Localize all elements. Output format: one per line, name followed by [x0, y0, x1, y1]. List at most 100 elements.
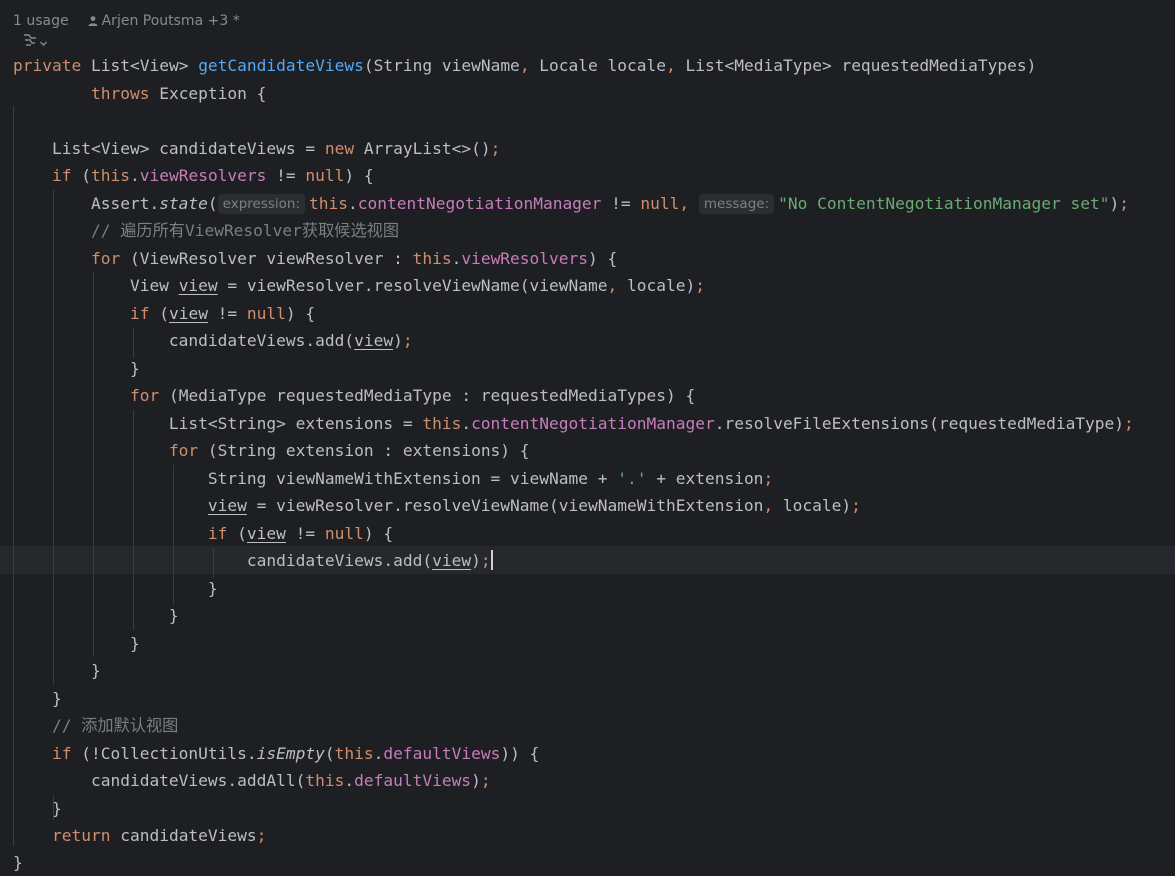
field-token: defaultViews — [354, 771, 472, 790]
chevron-down-icon — [39, 33, 48, 52]
code-token: + extension — [646, 469, 764, 488]
code-line-17[interactable]: view = viewResolver.resolveViewName(view… — [13, 492, 861, 519]
code-line-11[interactable]: candidateViews.add(view); — [13, 327, 413, 354]
code-editor[interactable]: 1 usage Arjen Poutsma +3 * private List<… — [0, 0, 1175, 876]
char-literal-token: '.' — [617, 469, 647, 488]
usages-link[interactable]: 1 usage — [13, 13, 69, 29]
code-line-30[interactable]: } — [13, 849, 23, 876]
ai-assistant-menu[interactable] — [22, 33, 48, 51]
code-token: Locale locale — [529, 56, 667, 75]
punctuation-token: ; — [490, 139, 501, 158]
keyword-token: this — [305, 771, 345, 790]
code-token: != — [266, 166, 306, 185]
ai-sparkle-icon — [22, 32, 38, 52]
code-line-7[interactable]: // 遍历所有ViewResolver获取候选视图 — [13, 217, 399, 244]
code-token: . — [348, 194, 358, 213]
variable-token: view — [432, 551, 472, 570]
code-token: ) { — [588, 249, 618, 268]
keyword-token: private — [13, 56, 82, 75]
code-token: = viewResolver.resolveViewName(viewName — [217, 276, 608, 295]
keyword-token: this — [309, 194, 349, 213]
code-line-15[interactable]: for (String extension : extensions) { — [13, 437, 530, 464]
code-token: ) { — [285, 304, 316, 323]
code-line-19[interactable]: candidateViews.add(view); — [13, 547, 493, 574]
field-token: viewResolvers — [139, 166, 267, 185]
code-line-22[interactable]: } — [13, 630, 140, 657]
code-token: candidateViews — [110, 826, 257, 845]
code-token: . — [373, 744, 384, 763]
code-line-1[interactable]: private List<View> getCandidateViews(Str… — [13, 52, 1036, 79]
code-token: (String viewName — [363, 56, 520, 75]
static-method-token: state — [159, 194, 208, 213]
field-token: contentNegotiationManager — [471, 414, 715, 433]
punctuation-token: , — [763, 496, 774, 515]
string-token: "No ContentNegotiationManager set" — [778, 194, 1110, 213]
code-line-9[interactable]: View view = viewResolver.resolveViewName… — [13, 272, 705, 299]
code-line-6[interactable]: Assert.state(expression: this.contentNego… — [13, 190, 1129, 217]
code-token: candidateViews.addAll( — [13, 771, 306, 790]
code-token: List<View> — [81, 56, 199, 75]
code-token: ) — [393, 331, 403, 350]
code-line-29[interactable]: return candidateViews; — [13, 822, 266, 849]
code-token: (!CollectionUtils. — [71, 744, 257, 763]
keyword-token: if — [129, 304, 150, 323]
code-line-5[interactable]: if (this.viewResolvers != null) { — [13, 162, 374, 189]
code-token: ( — [227, 524, 247, 543]
punctuation-token: ; — [480, 771, 491, 790]
keyword-token: null — [324, 524, 364, 543]
code-token: ) — [471, 551, 481, 570]
authors-link[interactable]: Arjen Poutsma +3 * — [102, 13, 240, 29]
variable-token: view — [178, 276, 218, 295]
code-token: ) { — [344, 166, 374, 185]
code-line-26[interactable]: if (!CollectionUtils.isEmpty(this.defaul… — [13, 740, 539, 767]
code-line-27[interactable]: candidateViews.addAll(this.defaultViews)… — [13, 767, 491, 794]
code-line-28[interactable]: } — [13, 795, 62, 822]
code-token: } — [13, 853, 23, 872]
code-line-8[interactable]: for (ViewResolver viewResolver : this.vi… — [13, 245, 617, 272]
code-line-25[interactable]: // 添加默认视图 — [13, 712, 178, 739]
punctuation-token: ; — [851, 496, 861, 515]
punctuation-token: , — [666, 56, 676, 75]
code-token: . — [129, 166, 140, 185]
code-token: (ViewResolver viewResolver : — [120, 249, 413, 268]
code-token: Exception { — [149, 84, 267, 103]
punctuation-token: ; — [402, 331, 413, 350]
keyword-token: if — [51, 166, 72, 185]
keyword-token: for — [129, 386, 160, 405]
code-line-21[interactable]: } — [13, 602, 179, 629]
code-line-16[interactable]: String viewNameWithExtension = viewName … — [13, 465, 773, 492]
code-line-23[interactable]: } — [13, 657, 101, 684]
code-line-2[interactable]: throws Exception { — [13, 80, 266, 107]
code-line-24[interactable]: } — [13, 685, 62, 712]
code-line-13[interactable]: for (MediaType requestedMediaType : requ… — [13, 382, 695, 409]
code-token: . — [451, 249, 462, 268]
code-line-4[interactable]: List<View> candidateViews = new ArrayLis… — [13, 135, 500, 162]
code-line-12[interactable]: } — [13, 355, 140, 382]
code-token: (String extension : extensions) { — [198, 441, 530, 460]
variable-token: view — [207, 496, 247, 515]
code-line-14[interactable]: List<String> extensions = this.contentNe… — [13, 410, 1134, 437]
code-token: candidateViews.add( — [13, 551, 433, 570]
code-token: Assert. — [13, 194, 160, 213]
code-lens: 1 usage Arjen Poutsma +3 * — [13, 10, 240, 32]
code-line-10[interactable]: if (view != null) { — [13, 300, 315, 327]
code-token: (MediaType requestedMediaType : requeste… — [159, 386, 696, 405]
code-token: candidateViews.add( — [13, 331, 355, 350]
static-method-token: isEmpty — [256, 744, 325, 763]
keyword-token: new — [324, 139, 355, 158]
code-line-20[interactable]: } — [13, 575, 218, 602]
keyword-token: null — [640, 194, 680, 213]
parameter-hint: message: — [698, 194, 775, 214]
code-line-18[interactable]: if (view != null) { — [13, 520, 393, 547]
code-token: . — [344, 771, 355, 790]
method-declaration: getCandidateViews — [198, 56, 364, 75]
code-token: != — [207, 304, 247, 323]
